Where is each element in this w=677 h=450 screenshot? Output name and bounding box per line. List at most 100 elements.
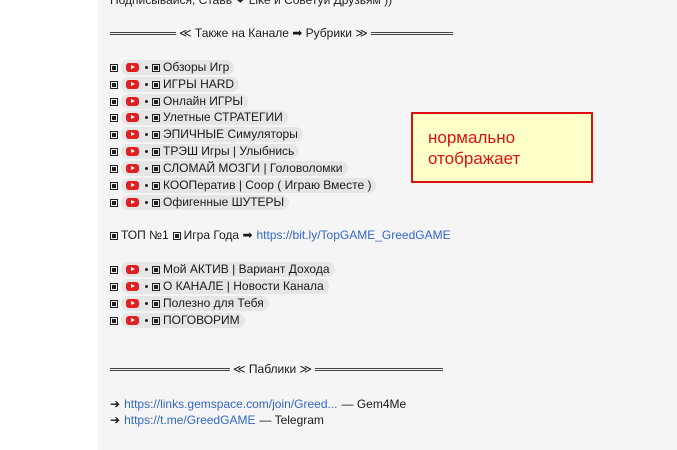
separator-publics: ≪ Паблики ≫ xyxy=(110,362,444,377)
separator-rubrics-text: ≪ Также на Канале ➡ Рубрики ≫ xyxy=(179,26,368,40)
extra-label: Полезно для Тебя xyxy=(163,296,264,310)
rubric-chip[interactable]: Онлайн ИГРЫ xyxy=(121,94,249,109)
extra-item: Полезно для Тебя xyxy=(110,296,269,311)
extra-chip[interactable]: Мой АКТИВ | Вариант Дохода xyxy=(121,262,335,277)
telegram-link[interactable]: https://t.me/GreedGAME xyxy=(124,413,255,428)
square-icon xyxy=(110,130,118,139)
rubric-item: Офигенные ШУТЕРЫ xyxy=(110,195,290,210)
rubric-label: Офигенные ШУТЕРЫ xyxy=(163,195,285,209)
square-icon xyxy=(152,80,160,89)
extra-item: Мой АКТИВ | Вариант Дохода xyxy=(110,262,335,277)
dot-icon xyxy=(145,66,148,69)
separator-bar xyxy=(110,32,176,35)
rubric-chip[interactable]: Обзоры Игр xyxy=(121,60,235,75)
dot-icon xyxy=(145,150,148,153)
separator-publics-text: ≪ Паблики ≫ xyxy=(233,362,313,376)
subscribe-line: Подписывайся, Ставь ❤ Like и Советуй Дру… xyxy=(110,0,393,7)
rubric-chip[interactable]: Улетные СТРАТЕГИИ xyxy=(121,110,288,125)
rubric-label: ТРЭШ Игры | Улыбнись xyxy=(163,144,295,158)
dot-icon xyxy=(145,100,148,103)
extra-chip[interactable]: ПОГОВОРИМ xyxy=(121,313,245,328)
extra-chip[interactable]: Полезно для Тебя xyxy=(121,296,269,311)
youtube-icon xyxy=(126,80,139,89)
square-icon xyxy=(152,282,160,291)
rubric-label: ИГРЫ HARD xyxy=(163,77,235,91)
rubric-chip[interactable]: КООПератив | Coop ( Играю Вместе ) xyxy=(121,178,377,193)
public-item: ➔ https://t.me/GreedGAME — Telegram xyxy=(110,413,324,428)
rubric-item: Онлайн ИГРЫ xyxy=(110,94,249,109)
square-icon xyxy=(152,265,160,274)
dot-icon xyxy=(145,83,148,86)
top-game-prefix: ТОП №1 xyxy=(121,228,169,242)
rubric-item: ИГРЫ HARD xyxy=(110,77,240,92)
youtube-icon xyxy=(126,63,139,72)
square-icon xyxy=(152,316,160,325)
rubric-label: ЭПИЧНЫЕ Симуляторы xyxy=(163,127,298,141)
dot-icon xyxy=(145,285,148,288)
dot-icon xyxy=(145,201,148,204)
rubric-label: КООПератив | Coop ( Играю Вместе ) xyxy=(163,178,372,192)
left-gutter xyxy=(0,0,98,450)
youtube-icon xyxy=(126,265,139,274)
dot-icon xyxy=(145,319,148,322)
youtube-icon xyxy=(126,113,139,122)
top-game-label: Игра Года ➡ xyxy=(183,228,253,242)
arrow-icon: ➔ xyxy=(110,413,121,427)
separator-bar xyxy=(110,368,230,371)
description-panel: Подписывайся, Ставь ❤ Like и Советуй Дру… xyxy=(98,0,677,450)
youtube-icon xyxy=(126,147,139,156)
extra-label: Мой АКТИВ | Вариант Дохода xyxy=(163,262,330,276)
note-line-2: отображает xyxy=(428,149,521,168)
extra-label: ПОГОВОРИМ xyxy=(163,313,240,327)
youtube-icon xyxy=(126,316,139,325)
dot-icon xyxy=(145,167,148,170)
square-icon xyxy=(110,299,118,308)
rubric-label: Онлайн ИГРЫ xyxy=(163,94,244,108)
youtube-icon xyxy=(126,164,139,173)
square-icon xyxy=(152,63,160,72)
square-icon xyxy=(110,316,118,325)
top-game-link[interactable]: https://bit.ly/TopGAME_GreedGAME xyxy=(257,228,451,243)
square-icon xyxy=(110,164,118,173)
rubric-chip[interactable]: СЛОМАЙ МОЗГИ | Головоломки xyxy=(121,161,348,176)
rubric-chip[interactable]: ИГРЫ HARD xyxy=(121,77,240,92)
youtube-icon xyxy=(126,97,139,106)
youtube-icon xyxy=(126,198,139,207)
arrow-icon: ➔ xyxy=(110,397,121,411)
extra-label: О КАНАЛЕ | Новости Канала xyxy=(163,279,324,293)
rubric-chip[interactable]: Офигенные ШУТЕРЫ xyxy=(121,195,290,210)
gem4me-link[interactable]: https://links.gemspace.com/join/Greed... xyxy=(124,397,337,412)
rubric-item: ТРЭШ Игры | Улыбнись xyxy=(110,144,300,159)
separator-rubrics: ≪ Также на Канале ➡ Рубрики ≫ xyxy=(110,26,453,41)
annotation-note: нормально отображает xyxy=(411,112,593,183)
square-icon xyxy=(152,130,160,139)
rubric-item: СЛОМАЙ МОЗГИ | Головоломки xyxy=(110,161,348,176)
square-icon xyxy=(152,113,160,122)
dot-icon xyxy=(145,133,148,136)
dot-icon xyxy=(145,184,148,187)
rubric-item: Улетные СТРАТЕГИИ xyxy=(110,110,288,125)
public-suffix: — Gem4Me xyxy=(341,397,407,411)
extra-chip[interactable]: О КАНАЛЕ | Новости Канала xyxy=(121,279,329,294)
rubric-chip[interactable]: ЭПИЧНЫЕ Симуляторы xyxy=(121,127,303,142)
dot-icon xyxy=(145,116,148,119)
rubric-label: Обзоры Игр xyxy=(163,60,230,74)
square-icon xyxy=(152,164,160,173)
square-icon xyxy=(172,231,181,240)
top-game-line: ТОП №1 Игра Года ➡ https://bit.ly/TopGAM… xyxy=(110,228,451,243)
square-icon xyxy=(110,147,118,156)
square-icon xyxy=(110,97,118,106)
youtube-icon xyxy=(126,181,139,190)
note-line-1: нормально xyxy=(428,128,516,147)
dot-icon xyxy=(145,268,148,271)
rubric-chip[interactable]: ТРЭШ Игры | Улыбнись xyxy=(121,144,300,159)
square-icon xyxy=(152,181,160,190)
square-icon xyxy=(110,113,118,122)
rubric-label: Улетные СТРАТЕГИИ xyxy=(163,110,283,124)
youtube-icon xyxy=(126,130,139,139)
square-icon xyxy=(110,282,118,291)
square-icon xyxy=(152,198,160,207)
separator-bar xyxy=(370,32,453,35)
public-item: ➔ https://links.gemspace.com/join/Greed.… xyxy=(110,397,406,412)
dot-icon xyxy=(145,302,148,305)
